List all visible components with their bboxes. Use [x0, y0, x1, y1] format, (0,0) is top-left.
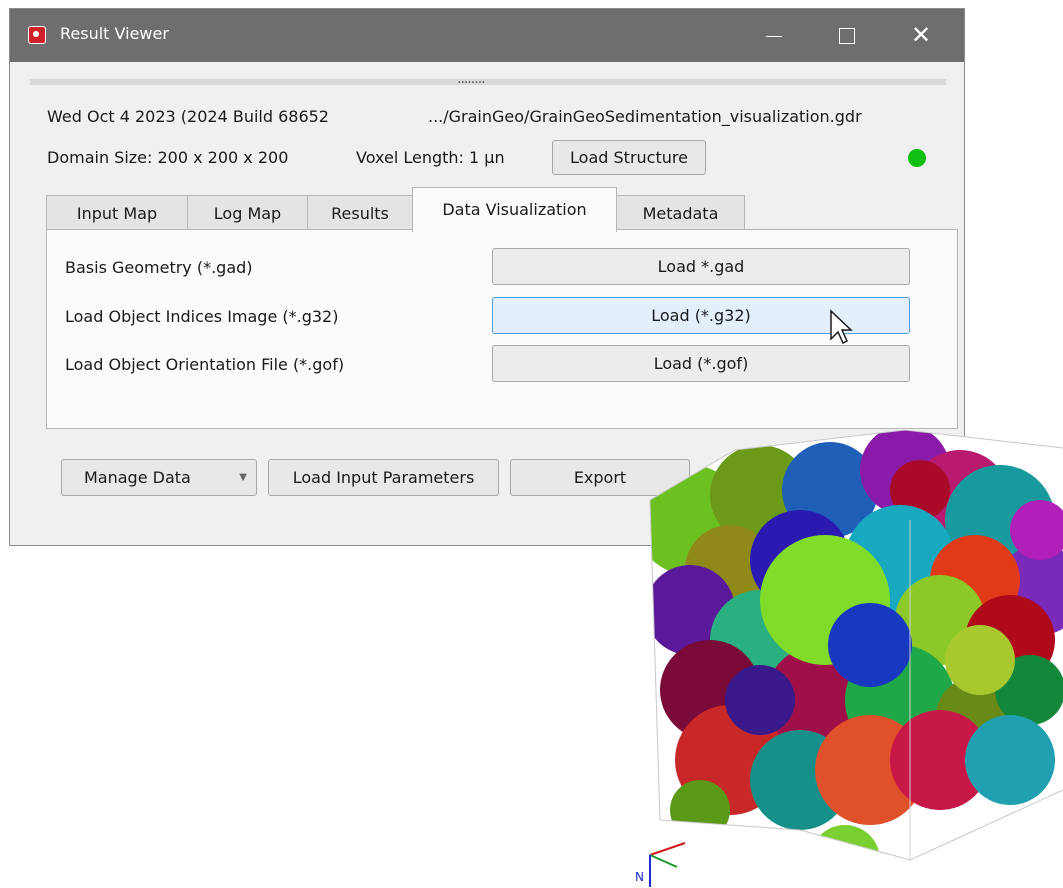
- grain-structure-visualization: [649, 430, 1063, 861]
- load-structure-button[interactable]: Load Structure: [552, 140, 706, 175]
- manage-data-label: Manage Data: [84, 468, 191, 487]
- basis-geometry-label: Basis Geometry (*.gad): [65, 258, 253, 277]
- close-button[interactable]: ✕: [892, 9, 950, 62]
- load-input-parameters-button[interactable]: Load Input Parameters: [268, 459, 499, 496]
- tab-results[interactable]: Results: [307, 195, 413, 230]
- maximize-button[interactable]: [818, 9, 876, 62]
- status-indicator: [908, 149, 926, 167]
- file-path: .../GrainGeo/GrainGeoSedimentation_visua…: [428, 107, 862, 126]
- app-logo-icon: [28, 26, 46, 44]
- voxel-length: Voxel Length: 1 µn: [356, 148, 505, 167]
- manage-data-dropdown[interactable]: Manage Data ▼: [61, 459, 257, 496]
- axis-label: N: [635, 870, 644, 884]
- load-gof-button[interactable]: Load (*.gof): [492, 345, 910, 382]
- object-indices-label: Load Object Indices Image (*.g32): [65, 307, 339, 326]
- x-axis-arrow: [649, 842, 686, 856]
- tab-log-map[interactable]: Log Map: [187, 195, 308, 230]
- splitter-handle[interactable]: [30, 79, 946, 85]
- chevron-down-icon: ▼: [239, 472, 247, 483]
- title-bar[interactable]: Result Viewer ✕: [10, 9, 964, 62]
- tab-input-map[interactable]: Input Map: [46, 195, 188, 230]
- mouse-cursor-icon: [830, 309, 853, 345]
- domain-size: Domain Size: 200 x 200 x 200: [47, 148, 289, 167]
- axes-gizmo: N: [635, 842, 686, 887]
- y-axis-arrow: [649, 854, 678, 868]
- minimize-icon: [766, 35, 782, 37]
- load-gad-button[interactable]: Load *.gad: [492, 248, 910, 285]
- minimize-button[interactable]: [745, 9, 803, 62]
- object-orientation-label: Load Object Orientation File (*.gof): [65, 355, 345, 374]
- tab-data-visualization[interactable]: Data Visualization: [412, 187, 617, 232]
- maximize-icon: [839, 28, 855, 44]
- splitter-grip[interactable]: ........: [457, 71, 486, 87]
- tab-metadata[interactable]: Metadata: [616, 195, 745, 230]
- build-info: Wed Oct 4 2023 (2024 Build 68652: [47, 107, 329, 126]
- window-title: Result Viewer: [60, 24, 169, 43]
